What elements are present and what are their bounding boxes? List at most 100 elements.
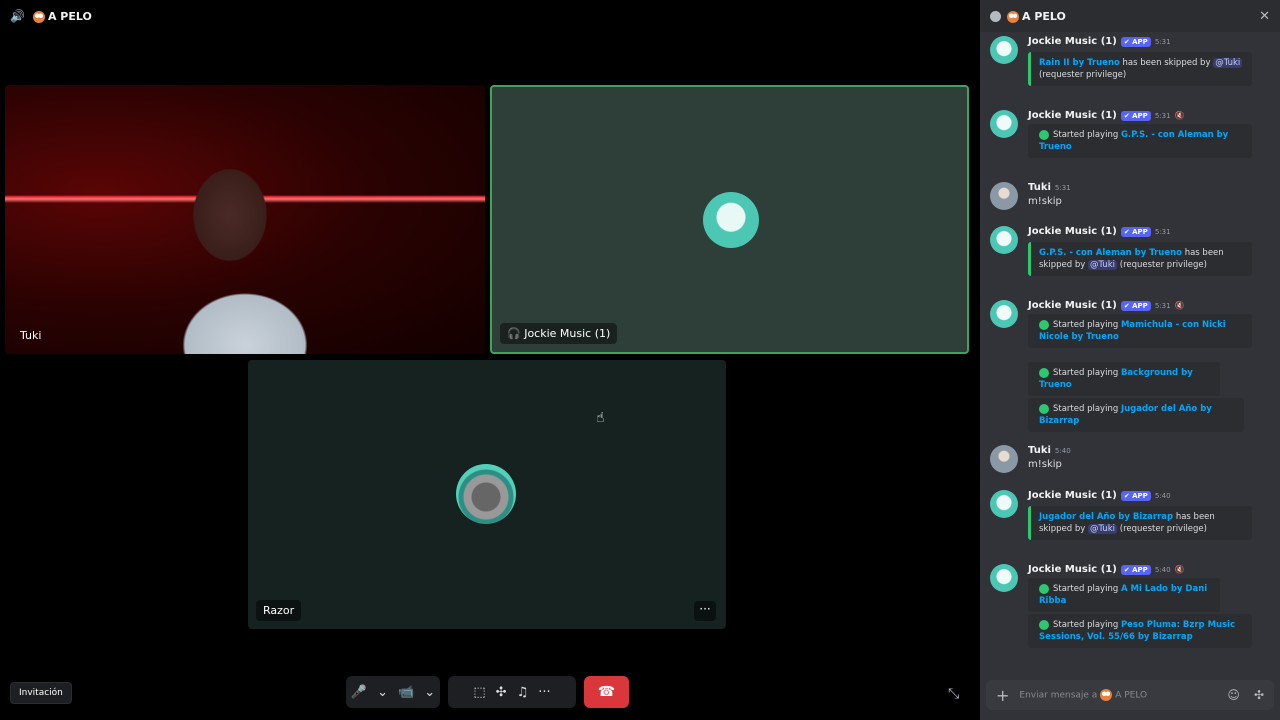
emoji-picker-icon[interactable]: ☺	[1227, 688, 1240, 702]
timestamp: 5:40	[1054, 446, 1071, 455]
message-text: m!skip	[1028, 459, 1062, 470]
spotify-icon	[1039, 583, 1049, 594]
avatar[interactable]	[990, 445, 1018, 473]
author-name[interactable]: Jockie Music (1)	[1028, 564, 1117, 575]
tile-more-button[interactable]: ···	[694, 601, 716, 621]
timestamp: 5:31	[1054, 183, 1071, 192]
avatar[interactable]	[990, 490, 1018, 518]
avatar[interactable]	[990, 182, 1018, 210]
pointer-cursor-icon: ☝	[596, 410, 605, 426]
bot-avatar	[703, 192, 759, 248]
screen-share-icon[interactable]: ⬚	[473, 685, 485, 700]
call-actions: ⬚ ✣ ♫ ···	[448, 676, 576, 708]
video-tile-razor[interactable]: Razor ···	[248, 360, 726, 629]
timestamp: 5:31	[1154, 111, 1171, 120]
author-name[interactable]: Tuki	[1028, 182, 1051, 193]
media-controls: 🎤 ⌄ 📹 ⌄	[346, 676, 440, 708]
muted-icon: 🔇	[1174, 565, 1185, 574]
razor-avatar	[456, 464, 516, 524]
app-badge: ✔ APP	[1120, 110, 1151, 121]
camera-icon[interactable]: 📹	[398, 685, 414, 700]
author-name[interactable]: Jockie Music (1)	[1028, 490, 1117, 501]
video-tile-tuki[interactable]: Tuki	[5, 85, 485, 354]
author-name[interactable]: Tuki	[1028, 445, 1051, 456]
message-list[interactable]: Jockie Music (1) ✔ APP 5:31 Rain II by Tru…	[980, 32, 1280, 672]
channel-emoji-icon	[1100, 689, 1113, 701]
author-name[interactable]: Jockie Music (1)	[1028, 36, 1117, 47]
message-embed: Jugador del Año by Bizarrap has been ski…	[1028, 506, 1252, 540]
message-embed: Started playing Background by Trueno	[1028, 362, 1220, 396]
hangup-icon: ☎	[597, 684, 616, 700]
input-actions: ☺ ✣	[1227, 688, 1264, 702]
chat-title: A PELO	[1007, 10, 1066, 23]
soundboard-icon[interactable]: ♫	[517, 685, 529, 700]
track-link[interactable]: G.P.S. - con Aleman by Trueno	[1039, 248, 1182, 258]
message-embed: Started playing G.P.S. - con Aleman by T…	[1028, 124, 1252, 158]
muted-icon: 🔇	[1174, 111, 1185, 120]
voice-header: 🔊 A PELO	[0, 0, 975, 32]
avatar[interactable]	[990, 226, 1018, 254]
muted-icon: 🔇	[1174, 301, 1185, 310]
camera-options-chevron-icon[interactable]: ⌄	[424, 685, 435, 700]
app-badge: ✔ APP	[1120, 564, 1151, 575]
message-embed: G.P.S. - con Aleman by Trueno has been s…	[1028, 242, 1252, 276]
disconnect-button[interactable]: ☎	[584, 676, 629, 708]
more-options-icon[interactable]: ···	[538, 685, 550, 700]
call-controls: Invitación 🎤 ⌄ 📹 ⌄ ⬚ ✣ ♫ ··· ☎ ⤡	[0, 668, 975, 720]
track-link[interactable]: Jugador del Año by Bizarrap	[1039, 512, 1173, 522]
user-mention[interactable]: @Tuki	[1087, 524, 1118, 534]
spotify-icon	[1039, 367, 1049, 378]
timestamp: 5:40	[1154, 565, 1171, 574]
video-tile-jockie-music[interactable]: 🎧 Jockie Music (1)	[490, 85, 969, 354]
channel-title: A PELO	[32, 10, 92, 23]
channel-emoji-icon	[32, 10, 45, 23]
track-link[interactable]: Rain II by Trueno	[1039, 58, 1120, 68]
avatar[interactable]	[990, 300, 1018, 328]
author-name[interactable]: Jockie Music (1)	[1028, 110, 1117, 121]
author-name[interactable]: Jockie Music (1)	[1028, 226, 1117, 237]
timestamp: 5:31	[1154, 301, 1171, 310]
avatar[interactable]	[990, 564, 1018, 592]
app-badge: ✔ APP	[1120, 36, 1151, 47]
spotify-icon	[1039, 129, 1049, 140]
apps-icon[interactable]: ✣	[1254, 688, 1264, 702]
attach-plus-icon[interactable]: +	[996, 686, 1009, 705]
message-embed: Started playing A Mi Lado by Dani Ribba	[1028, 578, 1220, 612]
avatar[interactable]	[990, 110, 1018, 138]
spotify-icon	[1039, 619, 1049, 630]
headphones-icon: 🎧	[507, 327, 521, 340]
avatar[interactable]	[990, 36, 1018, 64]
channel-emoji-icon	[1007, 10, 1019, 23]
message-embed: Started playing Mamichula - con Nicki Ni…	[1028, 314, 1252, 348]
invite-button[interactable]: Invitación	[10, 682, 72, 704]
collapse-icon[interactable]: ⤡	[948, 686, 959, 702]
app-badge: ✔ APP	[1120, 226, 1151, 237]
microphone-icon[interactable]: 🎤	[351, 685, 367, 700]
participant-name: Razor	[256, 600, 302, 621]
message-text: m!skip	[1028, 196, 1062, 207]
app-badge: ✔ APP	[1120, 490, 1151, 501]
participant-name: Tuki	[20, 329, 42, 342]
message-input[interactable]: + Enviar mensaje a A PELO ☺ ✣	[986, 680, 1274, 710]
activities-icon[interactable]: ✣	[496, 685, 507, 700]
participant-name: 🎧 Jockie Music (1)	[500, 323, 618, 344]
user-mention[interactable]: @Tuki	[1087, 260, 1118, 270]
chat-panel: A PELO ✕ Jockie Music (1) ✔ APP 5:31 Rain …	[980, 0, 1280, 720]
spotify-icon	[1039, 319, 1049, 330]
timestamp: 5:31	[1154, 227, 1171, 236]
timestamp: 5:40	[1154, 491, 1171, 500]
chat-bubble-icon	[990, 10, 1001, 22]
close-icon[interactable]: ✕	[1259, 9, 1270, 24]
message-embed: Started playing Peso Pluma: Bzrp Music S…	[1028, 614, 1252, 648]
timestamp: 5:31	[1154, 37, 1171, 46]
app-badge: ✔ APP	[1120, 300, 1151, 311]
input-placeholder: Enviar mensaje a A PELO	[1019, 689, 1148, 701]
message-embed: Started playing Jugador del Año by Bizar…	[1028, 398, 1244, 432]
user-mention[interactable]: @Tuki	[1213, 58, 1243, 68]
speaker-icon[interactable]: 🔊	[10, 9, 25, 23]
chat-header: A PELO ✕	[980, 0, 1280, 32]
author-name[interactable]: Jockie Music (1)	[1028, 300, 1117, 311]
mic-options-chevron-icon[interactable]: ⌄	[377, 685, 388, 700]
message-embed: Rain II by Trueno has been skipped by @T…	[1028, 52, 1252, 86]
spotify-icon	[1039, 403, 1049, 414]
